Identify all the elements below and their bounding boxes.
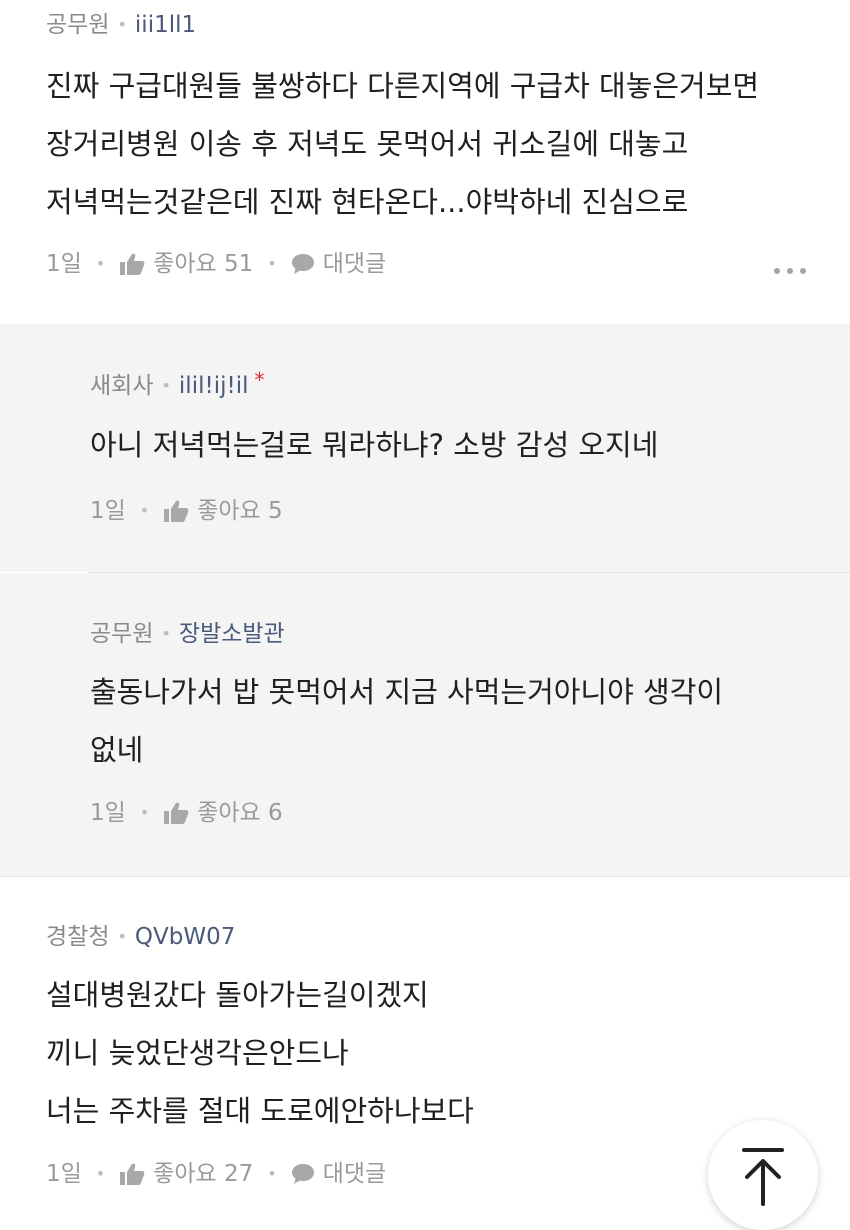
comment-body: 설대병원갔다 돌아가는길이겠지 끼니 늦었단생각은안드나 너는 주차를 절대 도… (46, 978, 474, 1128)
comment-author: 경찰청 • QVbW07 (46, 922, 235, 952)
more-options-button[interactable] (774, 266, 806, 276)
reply-label: 대댓글 (322, 1161, 387, 1187)
like-count: 좋아요 6 (197, 800, 283, 826)
reply-button[interactable]: 대댓글 (291, 249, 386, 279)
company-name: 새회사 (90, 373, 154, 399)
company-name: 경찰청 (46, 924, 110, 950)
meta-separator: • (161, 376, 171, 395)
comment-author: 공무원 • iii1ll1 (46, 10, 196, 40)
meta-separator: • (95, 254, 106, 273)
more-dots-icon (774, 268, 780, 274)
comment-time: 1일 (46, 251, 82, 277)
reply-button[interactable]: 대댓글 (291, 1159, 386, 1189)
comment-actions: 1일 • 좋아요 5 (90, 496, 283, 526)
speech-bubble-icon (291, 254, 314, 274)
speech-bubble-icon (291, 1164, 314, 1184)
like-count: 좋아요 5 (197, 498, 283, 524)
meta-separator: • (267, 1164, 277, 1183)
comment-author: 공무원 • 장발소발관 (90, 619, 285, 649)
like-count: 좋아요 51 (153, 251, 254, 277)
comment-body: 출동나가서 밥 못먹어서 지금 사먹는거아니야 생각이 없네 (90, 675, 724, 767)
comment-actions: 1일 • 좋아요 27 • 대댓글 (46, 1159, 386, 1189)
comment-actions: 1일 • 좋아요 6 (90, 798, 283, 828)
comment-body: 진짜 구급대원들 불쌍하다 다른지역에 구급차 대놓은거보면 장거리병원 이송 … (46, 69, 760, 219)
nickname-link[interactable]: QVbW07 (135, 922, 235, 952)
company-name: 공무원 (90, 621, 154, 647)
reply-label: 대댓글 (322, 251, 387, 277)
meta-separator: • (95, 1164, 106, 1183)
meta-separator: • (117, 15, 127, 34)
thumbs-up-icon (164, 802, 189, 824)
meta-separator: • (139, 803, 150, 822)
like-button[interactable]: 좋아요 5 (163, 496, 283, 526)
reply-item: 새회사 • ilil!ij!il * 아니 저녁먹는걸로 뭐라하냐? 소방 감성… (0, 324, 850, 572)
nickname-link[interactable]: ilil!ij!il (179, 371, 249, 401)
arrow-up-icon (742, 1148, 784, 1206)
comment-item: 공무원 • iii1ll1 진짜 구급대원들 불쌍하다 다른지역에 구급차 대놓… (0, 0, 850, 324)
meta-separator: • (161, 624, 171, 643)
scroll-to-top-button[interactable] (708, 1120, 818, 1230)
comment-actions: 1일 • 좋아요 51 • 대댓글 (46, 249, 386, 279)
like-button[interactable]: 좋아요 27 (119, 1159, 253, 1189)
thumbs-up-icon (120, 1163, 145, 1185)
like-button[interactable]: 좋아요 51 (119, 249, 253, 279)
reply-item: 공무원 • 장발소발관 출동나가서 밥 못먹어서 지금 사먹는거아니야 생각이 … (0, 573, 850, 876)
thumbs-up-icon (164, 500, 189, 522)
comment-author: 새회사 • ilil!ij!il * (90, 368, 264, 401)
company-name: 공무원 (46, 12, 110, 38)
author-marker: * (254, 368, 265, 392)
like-button[interactable]: 좋아요 6 (163, 798, 283, 828)
comment-body: 아니 저녁먹는걸로 뭐라하냐? 소방 감성 오지네 (90, 428, 659, 462)
nickname-link[interactable]: iii1ll1 (135, 10, 196, 40)
meta-separator: • (139, 501, 150, 520)
meta-separator: • (117, 927, 127, 946)
nickname-link[interactable]: 장발소발관 (179, 619, 285, 649)
comment-time: 1일 (46, 1161, 82, 1187)
meta-separator: • (267, 254, 277, 273)
comment-time: 1일 (90, 498, 126, 524)
comment-time: 1일 (90, 800, 126, 826)
thumbs-up-icon (120, 253, 145, 275)
like-count: 좋아요 27 (153, 1161, 254, 1187)
